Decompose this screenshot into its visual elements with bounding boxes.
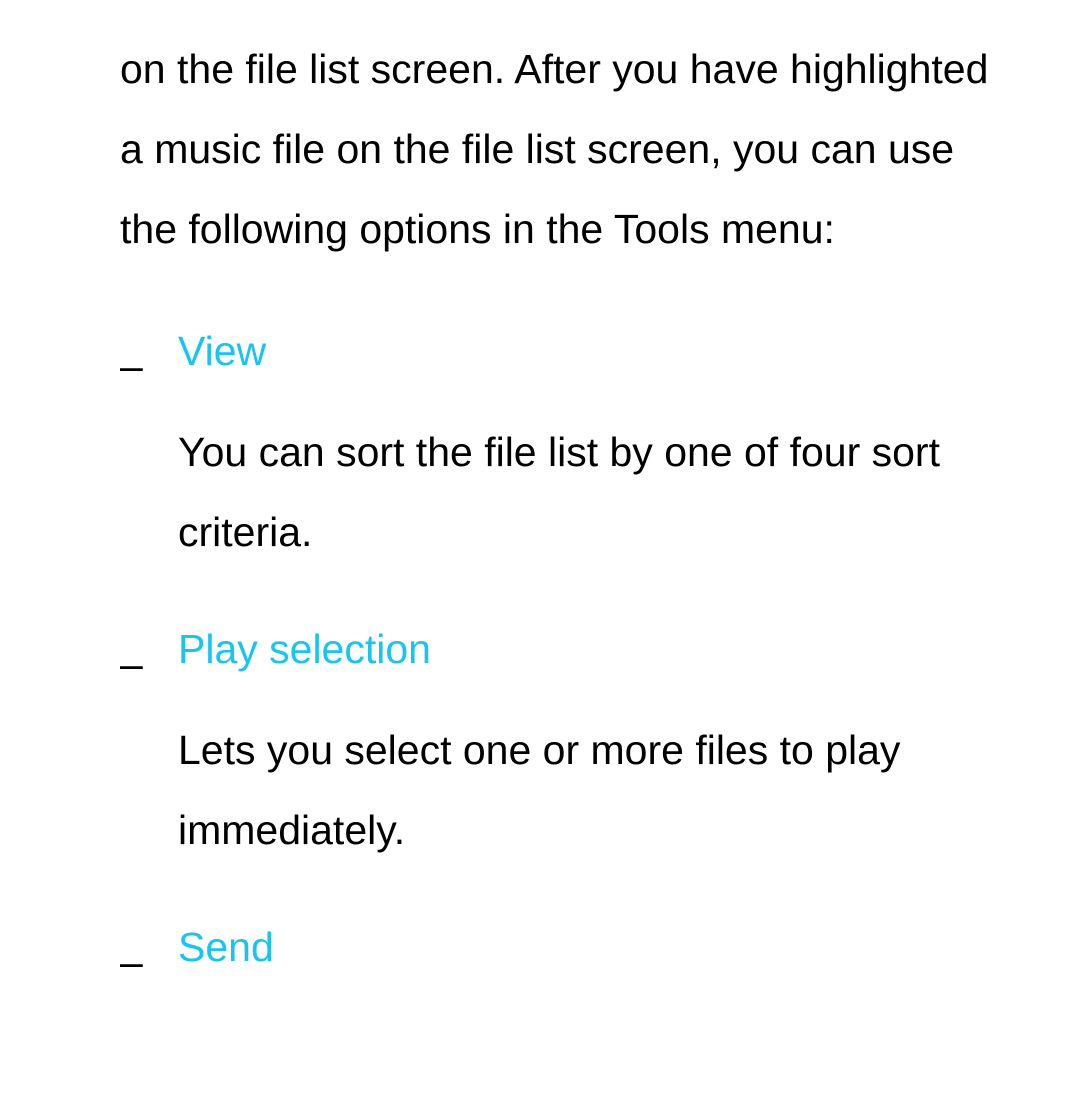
item-description: You can sort the file list by one of fou… bbox=[178, 413, 1020, 573]
item-description: Lets you select one or more files to pla… bbox=[178, 711, 1020, 871]
list-item: – Play selection Lets you select one or … bbox=[120, 623, 1020, 871]
options-list: – View You can sort the file list by one… bbox=[120, 325, 1020, 1010]
list-item: – View You can sort the file list by one… bbox=[120, 325, 1020, 573]
item-title-play-selection: Play selection bbox=[178, 623, 1020, 676]
item-content: View You can sort the file list by one o… bbox=[178, 325, 1020, 573]
item-title-send: Send bbox=[178, 921, 1020, 974]
intro-paragraph: on the file list screen. After you have … bbox=[120, 30, 1020, 270]
list-item: – Send bbox=[120, 921, 1020, 1009]
item-title-view: View bbox=[178, 325, 1020, 378]
bullet-dash: – bbox=[120, 325, 178, 573]
bullet-dash: – bbox=[120, 921, 178, 1009]
bullet-dash: – bbox=[120, 623, 178, 871]
item-content: Play selection Lets you select one or mo… bbox=[178, 623, 1020, 871]
item-content: Send bbox=[178, 921, 1020, 1009]
